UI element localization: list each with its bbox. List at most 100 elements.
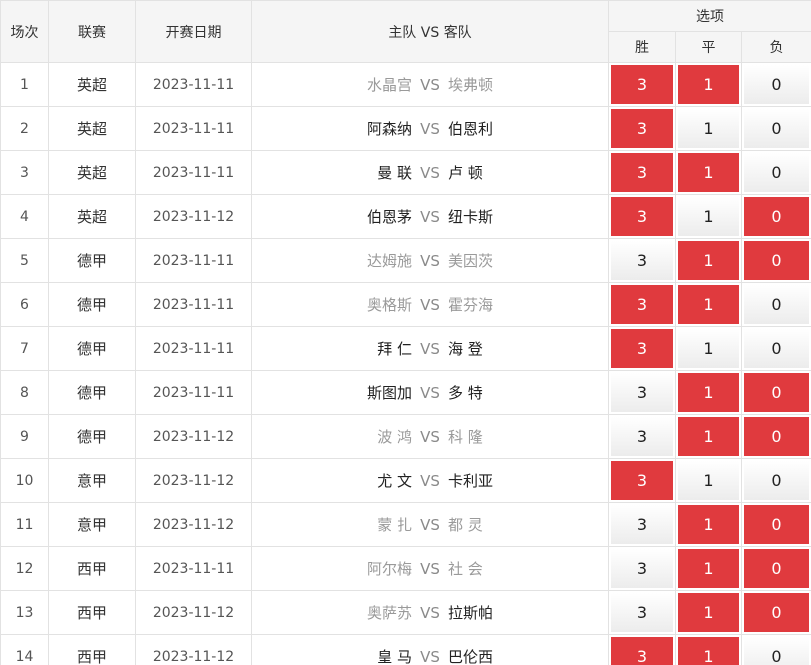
away-team: 卢 顿	[448, 164, 483, 182]
option-lose-button[interactable]: 0	[744, 329, 810, 368]
option-draw-button[interactable]: 1	[678, 241, 739, 280]
table-row: 6 德甲 2023-11-11 奥格斯 VS 霍芬海 3 1 0	[0, 282, 811, 327]
option-draw-button[interactable]: 1	[678, 637, 739, 665]
home-team: 达姆施	[366, 252, 412, 270]
option-draw-button[interactable]: 1	[678, 109, 739, 148]
option-win-button[interactable]: 3	[611, 549, 673, 588]
table-row: 7 德甲 2023-11-11 拜 仁 VS 海 登 310	[0, 326, 811, 371]
option-lose-button[interactable]: 0	[744, 241, 810, 280]
match-number: 11	[0, 502, 49, 547]
option-win-button[interactable]: 3	[611, 505, 673, 544]
league-name: 英超	[48, 150, 136, 195]
match-date: 2023-11-11	[135, 282, 252, 327]
home-team: 曼 联	[377, 164, 412, 182]
away-team: 都 灵	[448, 516, 483, 534]
away-team: 埃弗顿	[448, 76, 494, 94]
option-draw-button[interactable]: 1	[678, 549, 739, 588]
match-number: 1	[0, 62, 49, 107]
col-header-match: 主队 VS 客队	[251, 0, 609, 63]
option-lose-button[interactable]: 0	[744, 593, 810, 632]
table-row: 13 西甲 2023-11-12 奥萨苏 VS 拉斯帕 3 1 0	[0, 590, 811, 635]
vs-label: VS	[420, 604, 440, 622]
option-win-button[interactable]: 3	[611, 637, 673, 665]
match-date: 2023-11-12	[135, 502, 252, 547]
match-teams: 蒙 扎 VS 都 灵	[251, 502, 609, 547]
option-win-button[interactable]: 3	[611, 461, 673, 500]
away-team: 巴伦西	[448, 648, 494, 665]
option-draw-button[interactable]: 1	[678, 593, 739, 632]
option-lose-button[interactable]: 0	[744, 285, 810, 324]
option-draw-button[interactable]: 1	[678, 65, 739, 104]
away-team: 拉斯帕	[448, 604, 494, 622]
home-team: 奥萨苏	[366, 604, 412, 622]
option-win-button[interactable]: 3	[611, 285, 673, 324]
match-number: 2	[0, 106, 49, 151]
option-lose-button[interactable]: 0	[744, 461, 810, 500]
option-win-button[interactable]: 3	[611, 65, 673, 104]
vs-label: VS	[420, 384, 440, 402]
table-row: 1 英超 2023-11-11 水晶宫 VS 埃弗顿 3 1 0	[0, 62, 811, 107]
vs-label: VS	[420, 428, 440, 446]
option-draw-button[interactable]: 1	[678, 153, 739, 192]
option-win-button[interactable]: 3	[611, 153, 673, 192]
option-win-button[interactable]: 3	[611, 373, 673, 412]
option-win-button[interactable]: 3	[611, 197, 673, 236]
league-name: 德甲	[48, 414, 136, 459]
option-draw-button[interactable]: 1	[678, 461, 739, 500]
option-lose-button[interactable]: 0	[744, 549, 810, 588]
vs-label: VS	[420, 648, 440, 665]
option-win-button[interactable]: 3	[611, 593, 673, 632]
header-home: 主队	[388, 24, 417, 41]
league-name: 德甲	[48, 238, 136, 283]
match-date: 2023-11-11	[135, 370, 252, 415]
vs-label: VS	[420, 560, 440, 578]
match-number: 4	[0, 194, 49, 239]
option-lose-button[interactable]: 0	[744, 65, 810, 104]
home-team: 斯图加	[366, 384, 412, 402]
col-header-lose: 负	[740, 31, 811, 63]
option-draw-button[interactable]: 1	[678, 417, 739, 456]
option-lose-button[interactable]: 0	[744, 109, 810, 148]
header-vs: VS	[420, 24, 440, 41]
option-lose-button[interactable]: 0	[744, 153, 810, 192]
option-win-button[interactable]: 3	[611, 109, 673, 148]
away-team: 纽卡斯	[448, 208, 494, 226]
league-name: 西甲	[48, 590, 136, 635]
match-number: 14	[0, 634, 49, 665]
match-teams: 阿森纳 VS 伯恩利	[251, 106, 609, 151]
match-teams: 水晶宫 VS 埃弗顿	[251, 62, 609, 107]
match-teams: 皇 马 VS 巴伦西	[251, 634, 609, 665]
option-lose-button[interactable]: 0	[744, 637, 810, 665]
match-teams: 尤 文 VS 卡利亚	[251, 458, 609, 503]
option-win-button[interactable]: 3	[611, 329, 673, 368]
league-name: 德甲	[48, 370, 136, 415]
league-name: 英超	[48, 106, 136, 151]
option-win-button[interactable]: 3	[611, 417, 673, 456]
option-lose-button[interactable]: 0	[744, 197, 810, 236]
col-header-league: 联赛	[48, 0, 136, 63]
option-lose-button[interactable]: 0	[744, 417, 810, 456]
option-lose-button[interactable]: 0	[744, 505, 810, 544]
option-draw-button[interactable]: 1	[678, 197, 739, 236]
option-draw-button[interactable]: 1	[678, 373, 739, 412]
home-team: 阿森纳	[366, 120, 412, 138]
home-team: 水晶宫	[366, 76, 412, 94]
table-row: 2 英超 2023-11-11 阿森纳 VS 伯恩利 3 1 0	[0, 106, 811, 151]
match-teams: 斯图加 VS 多 特	[251, 370, 609, 415]
match-teams: 达姆施 VS 美因茨	[251, 238, 609, 283]
vs-label: VS	[420, 120, 440, 138]
home-team: 波 鸿	[377, 428, 412, 446]
table-row: 12 西甲 2023-11-11 阿尔梅 VS 社 会 310	[0, 546, 811, 591]
match-table: 场次 联赛 开赛日期 主队 VS 客队 选项 胜 平 负 1 英超 2023-11-…	[0, 0, 811, 665]
option-draw-button[interactable]: 1	[678, 285, 739, 324]
match-date: 2023-11-11	[135, 106, 252, 151]
vs-label: VS	[420, 516, 440, 534]
match-number: 3	[0, 150, 49, 195]
option-lose-button[interactable]: 0	[744, 373, 810, 412]
option-draw-button[interactable]: 1	[678, 505, 739, 544]
option-draw-button[interactable]: 1	[678, 329, 739, 368]
match-date: 2023-11-11	[135, 546, 252, 591]
col-header-win: 胜	[608, 31, 676, 63]
match-teams: 奥萨苏 VS 拉斯帕	[251, 590, 609, 635]
option-win-button[interactable]: 3	[611, 241, 673, 280]
